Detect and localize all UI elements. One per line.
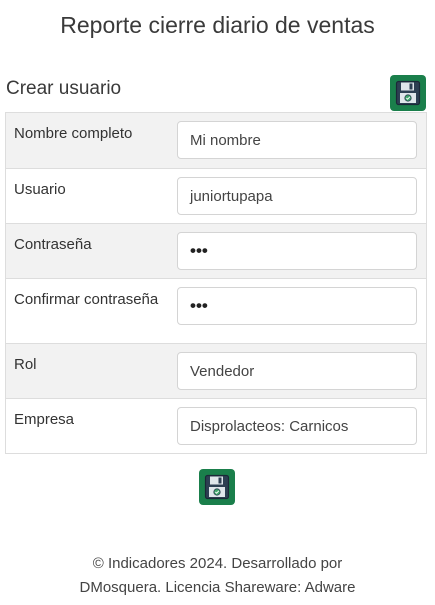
footer: © Indicadores 2024. Desarrollado por DMo… — [0, 552, 435, 600]
cell-rol: Vendedor — [170, 344, 426, 398]
section-title: Crear usuario — [6, 78, 122, 99]
cell-empresa: Disprolacteos: Carnicos — [170, 399, 426, 453]
usuario-input[interactable]: juniortupapa — [177, 177, 417, 215]
label-confirmar-contrasena: Confirmar contraseña — [14, 291, 159, 308]
nombre-completo-input[interactable]: Mi nombre — [177, 121, 417, 159]
label-contrasena: Contraseña — [14, 236, 92, 253]
form-row-contrasena: Contraseña ••• — [6, 223, 426, 278]
form-row-nombre: Nombre completo Mi nombre — [6, 113, 426, 168]
save-button-top[interactable] — [390, 75, 426, 111]
label-usuario: Usuario — [14, 181, 66, 198]
rol-select[interactable]: Vendedor — [177, 352, 417, 390]
label-nombre-completo: Nombre completo — [14, 125, 133, 142]
cell-usuario: juniortupapa — [170, 169, 426, 223]
form-row-rol: Rol Vendedor — [6, 343, 426, 398]
label-rol: Rol — [14, 356, 37, 373]
user-form-table: Nombre completo Mi nombre Usuario junior… — [5, 112, 427, 454]
contrasena-input[interactable]: ••• — [177, 232, 417, 270]
floppy-disk-icon — [395, 80, 421, 106]
page-title: Reporte cierre diario de ventas — [60, 12, 375, 38]
cell-confirmar: ••• — [170, 279, 426, 343]
cell-contrasena: ••• — [170, 224, 426, 278]
form-row-usuario: Usuario juniortupapa — [6, 168, 426, 223]
confirmar-contrasena-input[interactable]: ••• — [177, 287, 417, 325]
form-row-confirmar: Confirmar contraseña ••• — [6, 278, 426, 343]
floppy-disk-icon — [204, 474, 230, 500]
footer-line-2: DMosquera. Licencia Shareware: Adware — [79, 579, 356, 596]
label-empresa: Empresa — [14, 411, 75, 428]
cell-nombre: Mi nombre — [170, 113, 426, 168]
footer-line-1: © Indicadores 2024. Desarrollado por — [92, 555, 343, 572]
save-button-bottom[interactable] — [199, 469, 235, 505]
empresa-select[interactable]: Disprolacteos: Carnicos — [177, 407, 417, 445]
form-row-empresa: Empresa Disprolacteos: Carnicos — [6, 398, 426, 453]
